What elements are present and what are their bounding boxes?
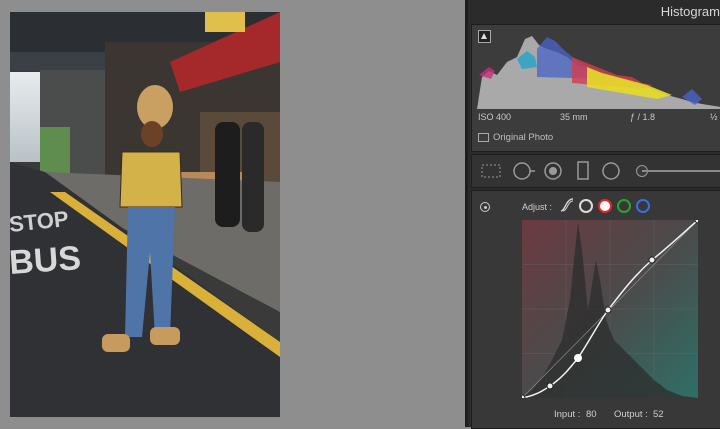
- aperture-value: ƒ / 1.8: [630, 112, 656, 122]
- spot-removal-icon[interactable]: [512, 161, 536, 181]
- red-channel-icon[interactable]: [598, 199, 612, 213]
- point-curve-white-icon[interactable]: [579, 199, 593, 213]
- photo-preview[interactable]: BUS STOP: [10, 12, 280, 417]
- histogram-title: Histogram: [660, 4, 720, 19]
- graduated-filter-icon[interactable]: [576, 161, 590, 181]
- parametric-curve-icon[interactable]: [560, 198, 574, 212]
- target-adjustment-icon[interactable]: [480, 202, 490, 212]
- blue-channel-icon[interactable]: [636, 199, 650, 213]
- output-value: 52: [653, 409, 664, 420]
- red-eye-icon[interactable]: [542, 161, 564, 181]
- original-photo-label: Original Photo: [493, 132, 554, 143]
- original-photo-checkbox[interactable]: [478, 133, 489, 142]
- radial-filter-icon[interactable]: [600, 161, 622, 181]
- adjustment-brush-slider[interactable]: [642, 170, 720, 172]
- shutter-value: ½: [710, 112, 718, 122]
- histogram-graph: [477, 36, 720, 109]
- svg-text:BUS: BUS: [10, 239, 82, 282]
- tone-curve-editor[interactable]: [518, 216, 702, 402]
- green-channel-icon[interactable]: [617, 199, 631, 213]
- focal-length-value: 35 mm: [560, 112, 588, 122]
- histogram-box: ISO 400 35 mm ƒ / 1.8 ½ Original Photo: [471, 24, 720, 152]
- histogram-header[interactable]: Histogram: [468, 0, 720, 24]
- output-label: Output :: [614, 409, 648, 420]
- tool-strip: [471, 154, 720, 188]
- adjust-label: Adjust :: [522, 202, 553, 212]
- iso-value: ISO 400: [478, 112, 512, 122]
- original-photo-toggle[interactable]: Original Photo: [478, 132, 553, 143]
- right-panel: Histogram ISO 400 35 mm ƒ / 1.8 ½ Origin…: [468, 0, 720, 429]
- crop-overlay-icon[interactable]: [480, 163, 502, 179]
- input-label: Input :: [554, 409, 581, 420]
- photo-canvas: BUS STOP: [0, 0, 465, 427]
- tone-curve-panel: Adjust : Input: 80 Output: 52: [471, 190, 720, 429]
- input-value: 80: [586, 409, 597, 420]
